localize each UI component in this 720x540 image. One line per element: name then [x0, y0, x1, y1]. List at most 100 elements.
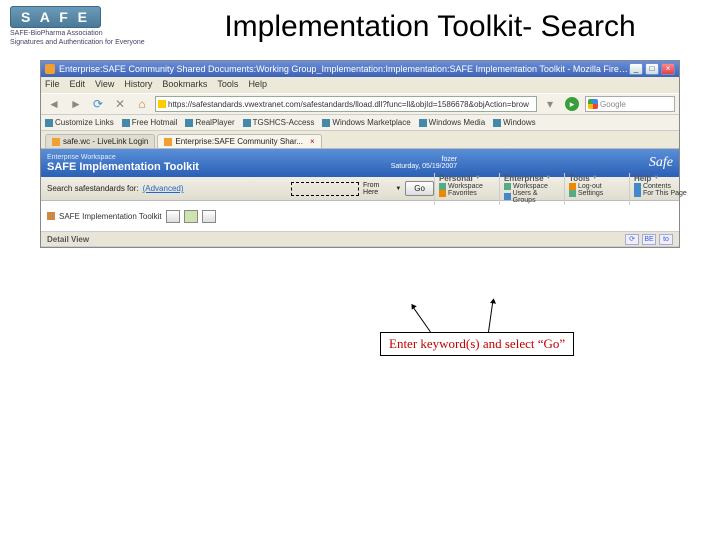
menu-item[interactable]: Workspace [439, 183, 495, 190]
firefox-icon [45, 64, 55, 74]
bookmark-item[interactable]: Windows [493, 118, 535, 127]
bookmark-item[interactable]: Windows Media [419, 118, 485, 127]
browser-window: Enterprise:SAFE Community Shared Documen… [40, 60, 680, 248]
google-icon [588, 99, 598, 109]
annotation-arrow [488, 302, 493, 332]
bookmark-item[interactable]: Windows Marketplace [322, 118, 410, 127]
menu-help[interactable]: Help [248, 79, 267, 91]
workspace-icon [504, 183, 511, 190]
contents-icon [634, 183, 641, 190]
bookmark-icon [185, 119, 193, 127]
tab-login[interactable]: safe.wc - LiveLink Login [45, 134, 155, 148]
menu-item[interactable]: Settings [569, 190, 625, 197]
chevron-down-icon[interactable]: ▼ [395, 186, 401, 192]
header-date: Saturday, 05/19/2007 [391, 163, 457, 170]
menu-help: Help▼ Contents For This Page [629, 173, 694, 205]
workspace-icon [439, 183, 446, 190]
header-small: Enterprise Workspace [47, 154, 199, 161]
minimize-button[interactable]: _ [629, 63, 643, 75]
menu-item[interactable]: Contents [634, 183, 690, 190]
favorites-icon [439, 190, 446, 197]
dropdown-button[interactable] [202, 210, 216, 223]
header-title: SAFE Implementation Toolkit [47, 161, 199, 173]
menu-item[interactable]: Log-out [569, 183, 625, 190]
tab-enterprise[interactable]: Enterprise:SAFE Community Shar...× [157, 134, 321, 148]
logout-icon [569, 183, 576, 190]
stop-button[interactable]: ✕ [111, 96, 129, 112]
menu-personal: Personal▼ Workspace Favorites [434, 173, 499, 205]
bookmark-item[interactable]: RealPlayer [185, 118, 234, 127]
menu-bookmarks[interactable]: Bookmarks [162, 79, 207, 91]
bookmark-item[interactable]: TGSHCS-Access [243, 118, 315, 127]
logo-pill: S A F E [10, 6, 101, 28]
menu-item[interactable]: Workspace [504, 183, 560, 190]
reload-button[interactable]: ⟳ [89, 96, 107, 112]
page-title: Implementation Toolkit- Search [150, 6, 710, 45]
address-bar[interactable]: https://safestandards.vwextranet.com/saf… [155, 96, 537, 112]
bookmarks-toolbar: Customize Links Free Hotmail RealPlayer … [41, 115, 679, 131]
search-label: Search safestandards for: [47, 184, 139, 193]
folder-icon [47, 212, 55, 220]
detail-title: Detail View [47, 235, 89, 244]
bookmark-icon [493, 119, 501, 127]
menu-item[interactable]: For This Page [634, 190, 690, 197]
view-icon[interactable]: BE [642, 234, 656, 245]
annotation-callout: Enter keyword(s) and select “Go” [380, 332, 574, 356]
brand-logo: Safe [649, 155, 673, 170]
bookmark-icon [122, 119, 130, 127]
view-icon[interactable]: to [659, 234, 673, 245]
advanced-link[interactable]: (Advanced) [143, 184, 184, 193]
close-button[interactable]: × [661, 63, 675, 75]
menubar: File Edit View History Bookmarks Tools H… [41, 77, 679, 93]
go-button[interactable]: Go [405, 181, 434, 196]
menu-history[interactable]: History [124, 79, 152, 91]
chevron-down-icon: ▼ [592, 175, 598, 181]
refresh-icon[interactable]: ⟳ [625, 234, 639, 245]
back-button[interactable]: ◄ [45, 96, 63, 112]
menu-enterprise: Enterprise▼ Workspace Users & Groups [499, 173, 564, 205]
url-dropdown[interactable]: ▾ [541, 96, 559, 112]
content-area: SAFE Implementation Toolkit [41, 201, 679, 231]
chevron-down-icon: ▼ [475, 175, 481, 181]
menu-view[interactable]: View [95, 79, 114, 91]
home-button[interactable]: ⌂ [133, 96, 151, 112]
menu-file[interactable]: File [45, 79, 60, 91]
breadcrumb[interactable]: SAFE Implementation Toolkit [59, 212, 162, 221]
menu-tools: Tools▼ Log-out Settings [564, 173, 629, 205]
settings-icon [569, 190, 576, 197]
search-input-highlight[interactable] [291, 182, 359, 196]
safe-logo: S A F E SAFE-BioPharma Association Signa… [10, 6, 150, 46]
menu-item[interactable]: Users & Groups [504, 190, 560, 204]
logo-sub2: Signatures and Authentication for Everyo… [10, 39, 150, 46]
bookmark-icon [45, 119, 53, 127]
bookmark-icon [243, 119, 251, 127]
annotation-arrow [413, 307, 431, 332]
app-toolbar: Search safestandards for: (Advanced) Fro… [41, 177, 679, 201]
menu-tools[interactable]: Tools [217, 79, 238, 91]
maximize-button[interactable]: □ [645, 63, 659, 75]
header-user: fozer [391, 156, 457, 163]
bookmark-icon [322, 119, 330, 127]
search-placeholder: Google [600, 100, 626, 109]
menu-item[interactable]: Favorites [439, 190, 495, 197]
dropdown-button[interactable] [166, 210, 180, 223]
page-icon [52, 138, 60, 146]
bookmark-item[interactable]: Free Hotmail [122, 118, 178, 127]
from-here-label: From Here [363, 182, 391, 196]
go-url-button[interactable]: ▸ [565, 97, 579, 111]
chevron-down-icon: ▼ [546, 175, 552, 181]
action-button[interactable] [184, 210, 198, 223]
bookmark-item[interactable]: Customize Links [45, 118, 114, 127]
page-help-icon [634, 190, 641, 197]
bookmark-icon [419, 119, 427, 127]
search-engine-box[interactable]: Google [585, 96, 675, 112]
forward-button[interactable]: ► [67, 96, 85, 112]
detail-header: Detail View ⟳ BE to [41, 231, 679, 247]
menu-edit[interactable]: Edit [70, 79, 86, 91]
logo-sub1: SAFE-BioPharma Association [10, 30, 150, 37]
nav-toolbar: ◄ ► ⟳ ✕ ⌂ https://safestandards.vwextran… [41, 93, 679, 115]
window-titlebar: Enterprise:SAFE Community Shared Documen… [41, 61, 679, 77]
page-icon [164, 138, 172, 146]
window-title: Enterprise:SAFE Community Shared Documen… [59, 64, 629, 74]
tab-close-icon[interactable]: × [310, 137, 315, 146]
